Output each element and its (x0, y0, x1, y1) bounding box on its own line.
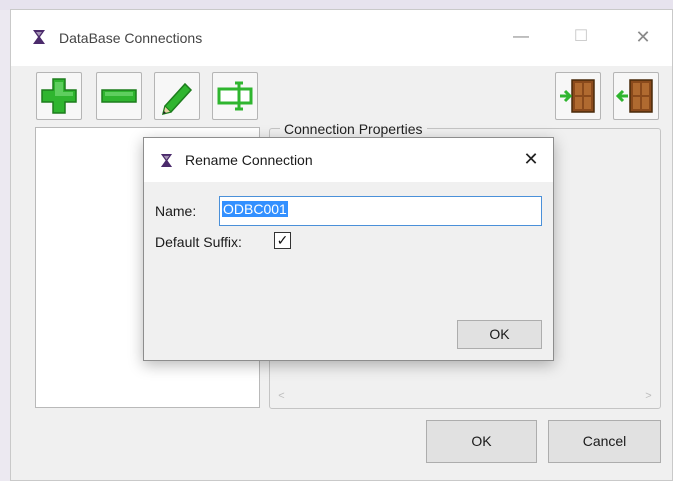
dialog-ok-button[interactable]: OK (457, 320, 542, 349)
rename-field-icon (217, 81, 253, 111)
minus-icon (101, 89, 137, 103)
remove-connection-button[interactable] (96, 72, 142, 120)
name-input[interactable]: ODBC001 (219, 196, 542, 226)
dialog-titlebar: Rename Connection ✕ (144, 138, 553, 182)
group-label: Connection Properties (280, 121, 427, 137)
horizontal-scrollbar[interactable]: < > (273, 388, 657, 405)
maximize-button[interactable]: ☐ (559, 22, 603, 52)
ok-button[interactable]: OK (426, 420, 537, 463)
export-button[interactable] (613, 72, 659, 120)
window-titlebar: DataBase Connections — ☐ ✕ (11, 10, 672, 66)
close-window-button[interactable]: ✕ (621, 22, 665, 52)
default-suffix-label: Default Suffix: (155, 234, 242, 250)
app-icon (33, 30, 45, 44)
window-title: DataBase Connections (59, 30, 203, 46)
import-button[interactable] (555, 72, 601, 120)
name-input-value: ODBC001 (222, 201, 288, 217)
pencil-icon (161, 82, 193, 116)
rename-connection-dialog: Rename Connection ✕ Name: ODBC001 Defaul… (143, 137, 554, 361)
scroll-left-arrow-icon[interactable]: < (273, 388, 290, 405)
door-exit-icon (616, 79, 653, 113)
app-icon (160, 154, 173, 167)
add-connection-button[interactable] (36, 72, 82, 120)
cancel-button[interactable]: Cancel (548, 420, 661, 463)
edit-connection-button[interactable] (154, 72, 200, 120)
scroll-right-arrow-icon[interactable]: > (640, 388, 657, 405)
name-label: Name: (155, 203, 197, 219)
rename-connection-button[interactable] (212, 72, 258, 120)
dialog-close-button[interactable]: ✕ (518, 146, 544, 172)
minimize-button[interactable]: — (499, 22, 543, 52)
dialog-title: Rename Connection (185, 152, 313, 168)
default-suffix-checkbox[interactable]: ✓ (274, 232, 291, 249)
door-enter-icon (560, 79, 595, 113)
plus-icon (41, 78, 77, 114)
